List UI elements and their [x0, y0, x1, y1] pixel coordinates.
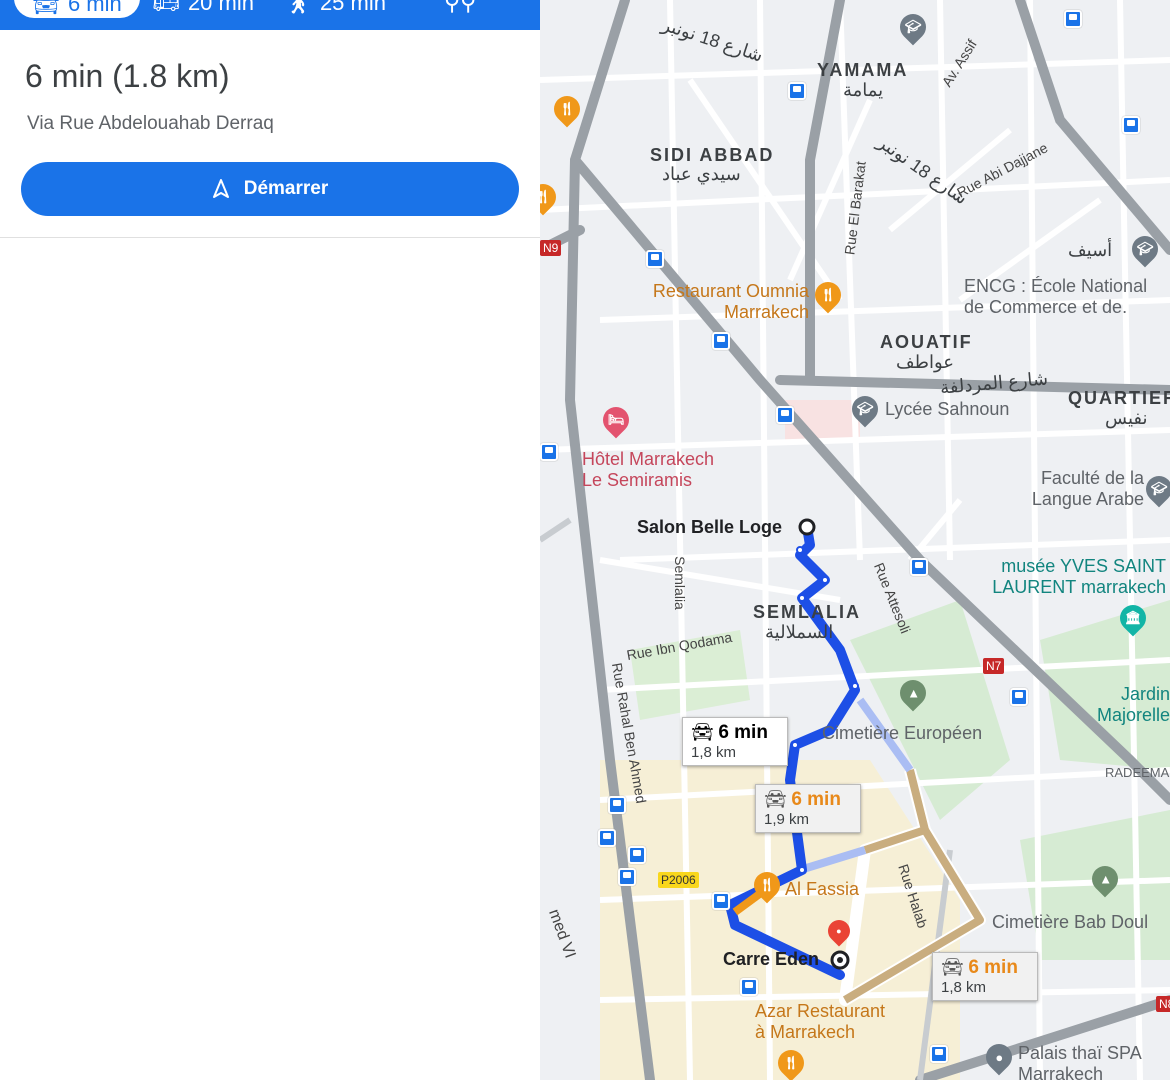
district-sidi-abbad: SIDI ABBAD	[650, 145, 775, 165]
poi-radeema[interactable]: RADEEMA	[1105, 765, 1169, 780]
arabic-assif: أسيف	[1068, 240, 1113, 260]
divider	[0, 237, 540, 238]
origin-label[interactable]: Salon Belle Loge	[637, 517, 782, 538]
origin-marker	[798, 518, 816, 536]
poi-cimetiere-europeen[interactable]: Cimetière Européen	[822, 723, 982, 744]
district-yamama: YAMAMA	[817, 60, 909, 80]
bike-icon: ⚲⚲	[444, 0, 477, 15]
route-callout-alt-1[interactable]: 🚘︎ 6 min 1,9 km	[755, 784, 861, 833]
district-quartier: QUARTIER	[1068, 388, 1170, 408]
district-semlalia: SEMLALIA	[753, 602, 861, 622]
car-icon: 🚘︎	[764, 789, 787, 809]
route-callout-alt-2[interactable]: 🚘︎ 6 min 1,8 km	[932, 952, 1038, 1001]
poi-hotel-semiramis[interactable]: Hôtel Marrakech Le Semiramis	[582, 449, 714, 491]
poi-encg[interactable]: ENCG : École National de Commerce et de.	[964, 276, 1147, 318]
arabic-sidi-abbad: سيدي عباد	[662, 164, 741, 184]
road-badge-p2006: P2006	[658, 872, 699, 888]
route-duration: 6 min (1.8 km)	[25, 58, 230, 94]
bus-stop-icon[interactable]	[1064, 10, 1082, 28]
bus-stop-icon[interactable]	[1122, 116, 1140, 134]
poi-palais-thai-spa[interactable]: Palais thaï SPA Marrakech	[1018, 1043, 1142, 1080]
arabic-yamama: يمامة	[843, 80, 884, 100]
transit-icon: 🚌︎	[152, 0, 180, 15]
road-badge-n9: N9	[540, 240, 562, 256]
navigation-arrow-icon	[212, 179, 229, 198]
bus-stop-icon[interactable]	[608, 796, 626, 814]
poi-azar-restaurant[interactable]: Azar Restaurant à Marrakech	[755, 1001, 885, 1043]
poi-ysl-museum[interactable]: musée YVES SAINT LAURENT marrakech	[970, 556, 1166, 598]
bus-stop-icon[interactable]	[740, 978, 758, 996]
start-navigation-button[interactable]: Démarrer	[21, 162, 519, 216]
district-aouatif: AOUATIF	[880, 332, 973, 352]
walk-icon: 🚶︎	[284, 0, 312, 15]
directions-panel: 🚘︎ 6 min 🚌︎ 20 min 🚶︎ 25 min ⚲⚲ 6 min (1…	[0, 0, 540, 1080]
destination-label[interactable]: Carre Eden	[723, 949, 819, 970]
poi-lycee-sahnoun[interactable]: Lycée Sahnoun	[885, 399, 1009, 420]
arabic-nafis: نفيس	[1105, 408, 1148, 428]
bus-stop-icon[interactable]	[712, 892, 730, 910]
poi-restaurant-oumnia[interactable]: Restaurant Oumnia Marrakech	[629, 281, 809, 323]
arabic-semlalia: السملالية	[765, 622, 834, 642]
poi-cimetiere-bab-doukkala[interactable]: Cimetière Bab Doul	[992, 912, 1148, 933]
arabic-aouatif: عواطف	[896, 352, 954, 372]
mode-bike-tab[interactable]: ⚲⚲	[444, 0, 476, 18]
bus-stop-icon[interactable]	[618, 868, 636, 886]
bus-stop-icon[interactable]	[1010, 688, 1028, 706]
mode-walking-tab[interactable]: 🚶︎ 25 min	[284, 0, 386, 18]
mode-driving-tab[interactable]: 🚘︎ 6 min	[14, 0, 140, 18]
road-badge-n7: N7	[983, 658, 1005, 674]
poi-jardin-majorelle[interactable]: Jardin Majorelle	[1085, 684, 1170, 726]
route-callout-selected[interactable]: 🚘︎ 6 min 1,8 km	[682, 717, 788, 766]
road-badge-n8: N8	[1156, 996, 1170, 1012]
bus-stop-icon[interactable]	[776, 406, 794, 424]
bus-stop-icon[interactable]	[540, 443, 558, 461]
poi-faculte[interactable]: Faculté de la Langue Arabe	[1016, 468, 1144, 510]
map-view[interactable]: ● YAMAMA يمامة SIDI ABBAD سيدي عباد AOUA…	[540, 0, 1170, 1080]
bus-stop-icon[interactable]	[930, 1045, 948, 1063]
mode-transit-tab[interactable]: 🚌︎ 20 min	[152, 0, 254, 18]
travel-mode-bar: 🚘︎ 6 min 🚌︎ 20 min 🚶︎ 25 min ⚲⚲	[0, 0, 540, 30]
car-icon: 🚘︎	[32, 0, 60, 16]
street-semlalia: Semlalia	[671, 556, 688, 610]
bus-stop-icon[interactable]	[788, 82, 806, 100]
car-icon: 🚘︎	[691, 722, 714, 742]
car-icon: 🚘︎	[941, 957, 964, 977]
bus-stop-icon[interactable]	[646, 250, 664, 268]
poi-al-fassia[interactable]: Al Fassia	[785, 879, 859, 900]
bus-stop-icon[interactable]	[910, 558, 928, 576]
bus-stop-icon[interactable]	[628, 846, 646, 864]
bus-stop-icon[interactable]	[712, 332, 730, 350]
bus-stop-icon[interactable]	[598, 829, 616, 847]
route-via: Via Rue Abdelouahab Derraq	[27, 113, 274, 134]
